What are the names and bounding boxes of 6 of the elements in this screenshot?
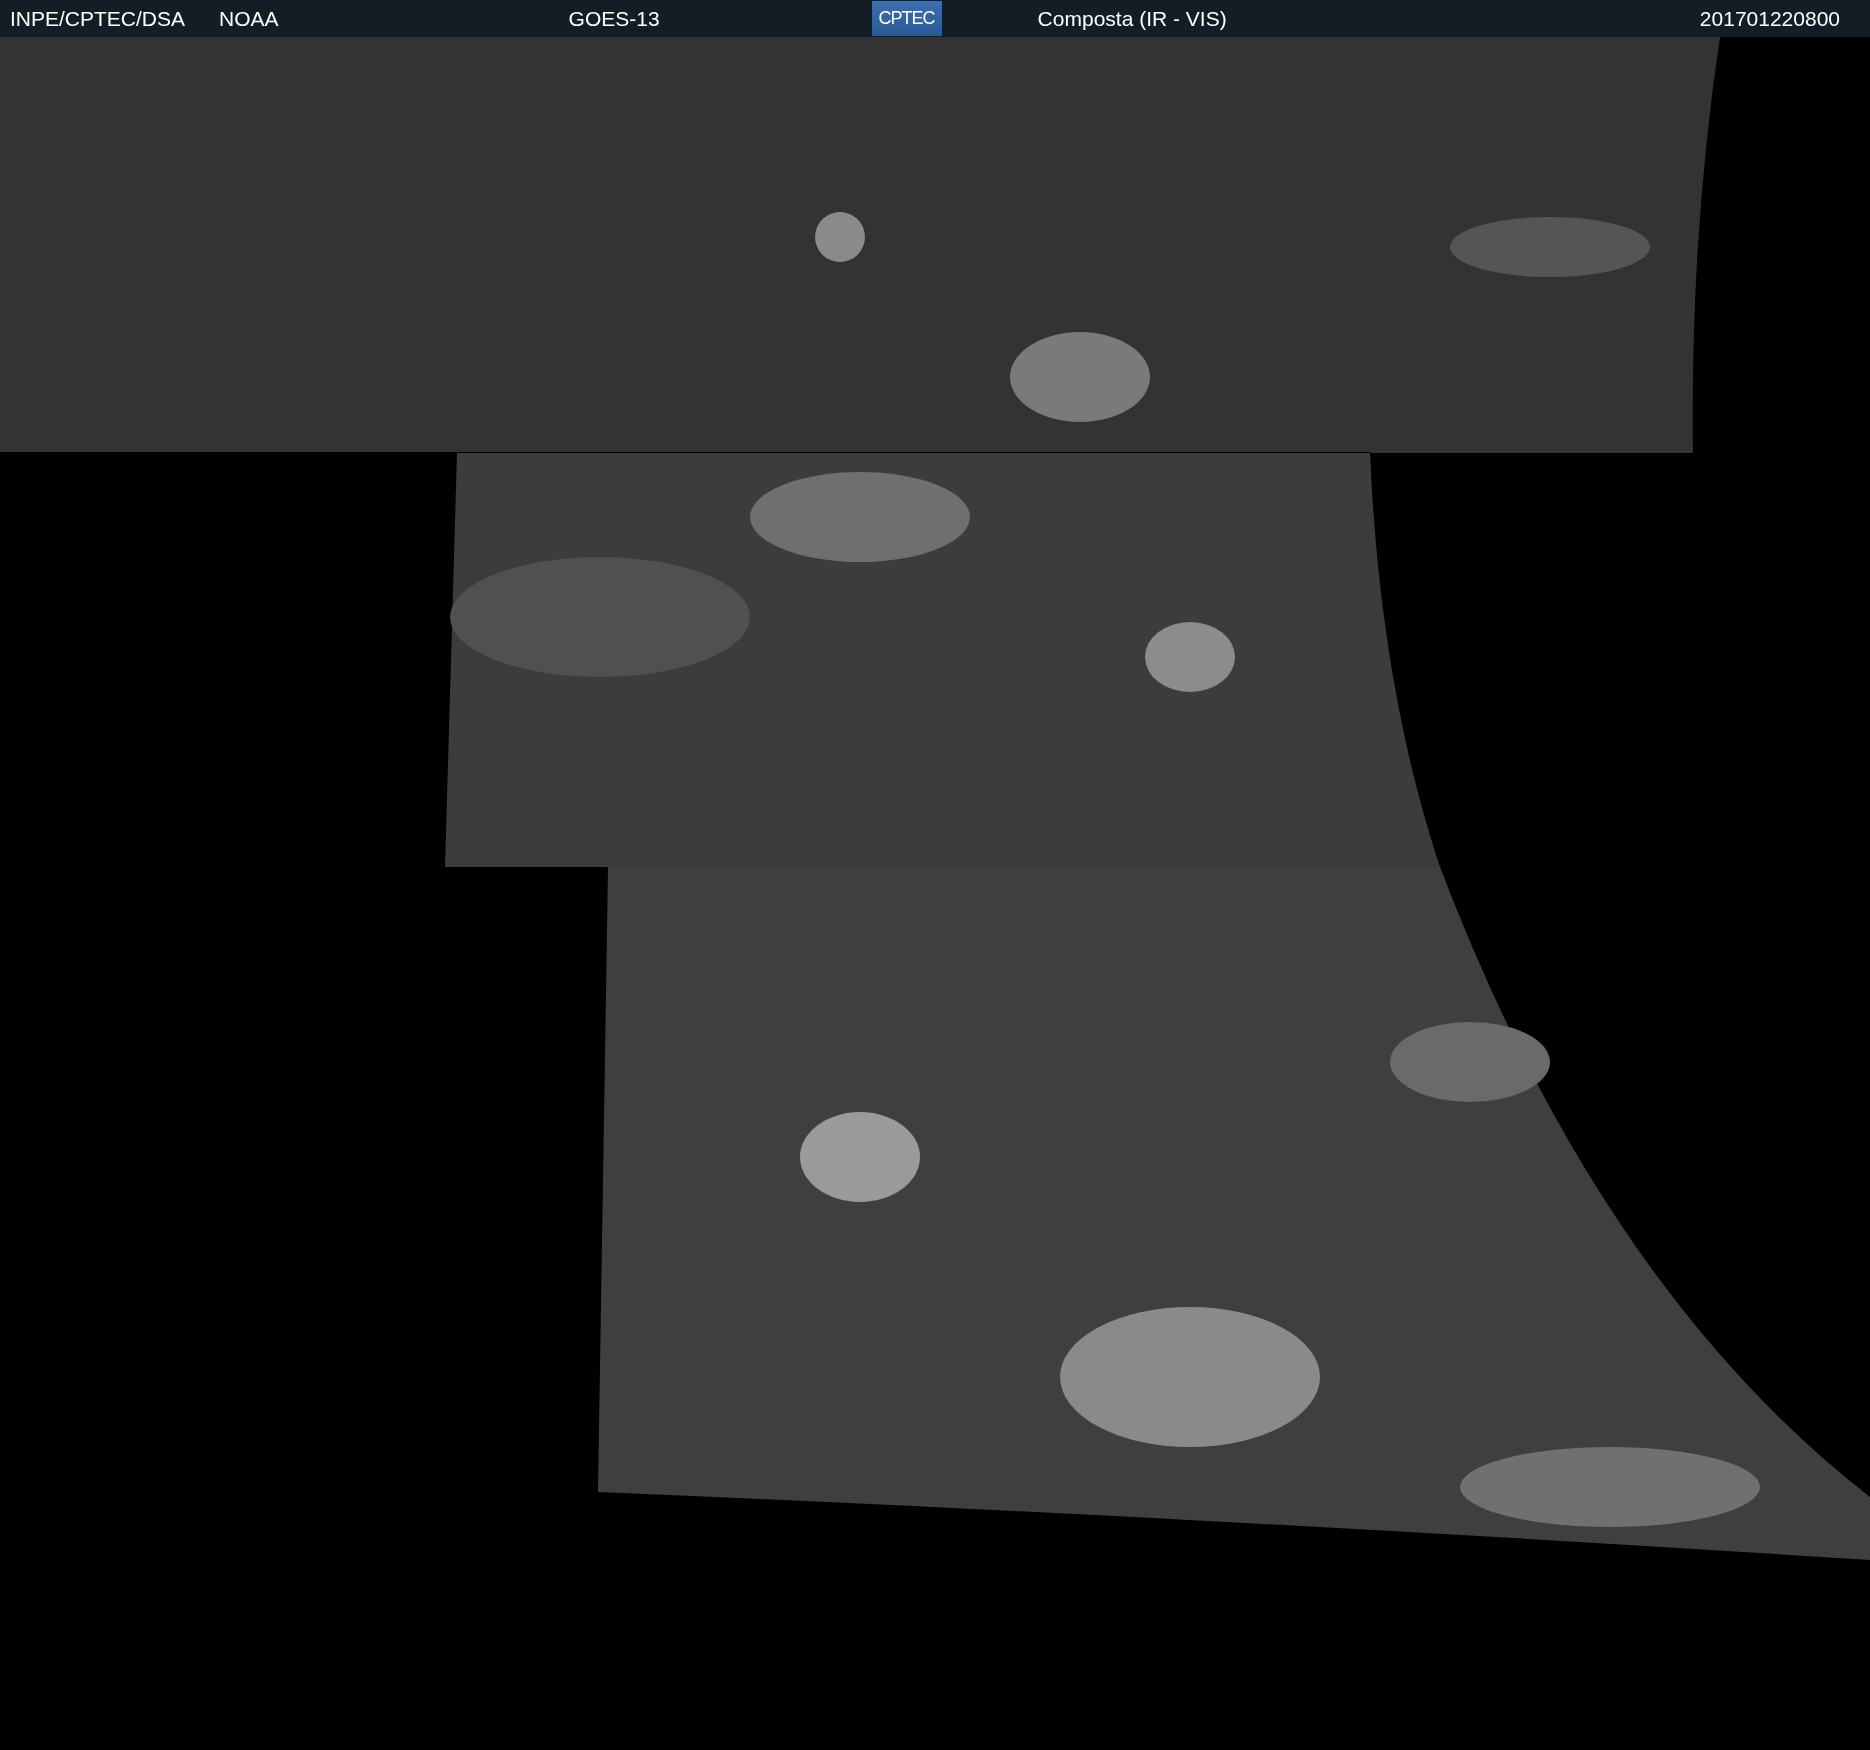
header-label: GOES-13: [568, 6, 660, 31]
header-label: INPE/CPTEC/DSA: [10, 6, 186, 31]
header-label: Composta (IR - VIS): [1037, 6, 1227, 31]
header-label: 201701220800: [1699, 6, 1840, 31]
header-label: NOAA: [219, 6, 279, 31]
logo: CPTEC: [871, 1, 942, 36]
